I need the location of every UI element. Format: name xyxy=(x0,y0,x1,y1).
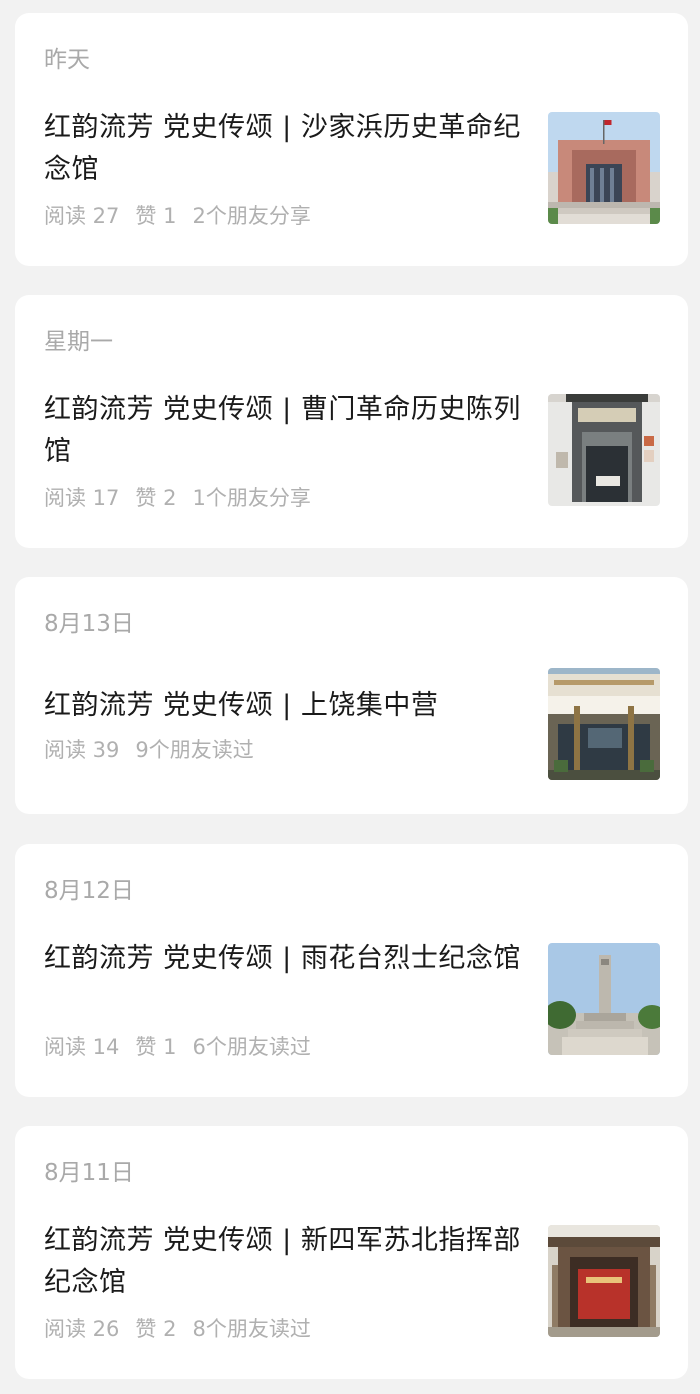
article-date: 昨天 xyxy=(44,47,90,73)
read-count: 阅读 26 xyxy=(44,1317,120,1341)
article-stats: 阅读 14 赞 1 6个朋友读过 xyxy=(44,1033,327,1061)
article-date: 8月12日 xyxy=(44,878,134,904)
article-card[interactable]: 8月11日 红韵流芳 党史传颂 | 新四军苏北指挥部纪念馆 阅读 26 赞 2 8个… xyxy=(15,1126,688,1379)
article-card[interactable]: 8月13日 红韵流芳 党史传颂 | 上饶集中营 阅读 39 9个朋友读过 xyxy=(15,577,688,814)
article-stats: 阅读 39 9个朋友读过 xyxy=(44,736,270,764)
article-stats: 阅读 26 赞 2 8个朋友读过 xyxy=(44,1315,327,1343)
article-title[interactable]: 红韵流芳 党史传颂 | 上饶集中营 xyxy=(44,685,524,727)
article-card[interactable]: 星期一 红韵流芳 党史传颂 | 曹门革命历史陈列馆 阅读 17 赞 2 1个朋友分享 xyxy=(15,295,688,548)
like-count: 赞 1 xyxy=(135,204,177,228)
read-count: 阅读 17 xyxy=(44,486,120,510)
article-date: 星期一 xyxy=(44,329,113,355)
memorial-building-photo-icon[interactable] xyxy=(548,668,660,780)
memorial-hall-photo-icon[interactable] xyxy=(548,112,660,224)
friend-share-count: 2个朋友分享 xyxy=(192,204,311,228)
article-title[interactable]: 红韵流芳 党史传颂 | 沙家浜历史革命纪念馆 xyxy=(44,107,524,191)
article-title[interactable]: 红韵流芳 党史传颂 | 曹门革命历史陈列馆 xyxy=(44,389,524,473)
article-title[interactable]: 红韵流芳 党史传颂 | 新四军苏北指挥部纪念馆 xyxy=(44,1220,524,1304)
read-count: 阅读 27 xyxy=(44,204,120,228)
article-card[interactable]: 昨天 红韵流芳 党史传颂 | 沙家浜历史革命纪念馆 阅读 27 赞 1 2个朋友分享 xyxy=(15,13,688,266)
monument-tower-photo-icon[interactable] xyxy=(548,943,660,1055)
red-gate-photo-icon[interactable] xyxy=(548,1225,660,1337)
exhibition-gate-photo-icon[interactable] xyxy=(548,394,660,506)
article-stats: 阅读 27 赞 1 2个朋友分享 xyxy=(44,202,327,230)
like-count: 赞 1 xyxy=(135,1035,177,1059)
friend-read-count: 9个朋友读过 xyxy=(135,738,254,762)
like-count: 赞 2 xyxy=(135,1317,177,1341)
article-date: 8月11日 xyxy=(44,1160,134,1186)
article-stats: 阅读 17 赞 2 1个朋友分享 xyxy=(44,484,327,512)
read-count: 阅读 14 xyxy=(44,1035,120,1059)
friend-read-count: 8个朋友读过 xyxy=(192,1317,311,1341)
article-date: 8月13日 xyxy=(44,611,134,637)
article-title[interactable]: 红韵流芳 党史传颂 | 雨花台烈士纪念馆 xyxy=(44,938,524,980)
read-count: 阅读 39 xyxy=(44,738,120,762)
like-count: 赞 2 xyxy=(135,486,177,510)
friend-read-count: 6个朋友读过 xyxy=(192,1035,311,1059)
article-card[interactable]: 8月12日 红韵流芳 党史传颂 | 雨花台烈士纪念馆 阅读 14 赞 1 6个朋友读… xyxy=(15,844,688,1097)
friend-share-count: 1个朋友分享 xyxy=(192,486,311,510)
